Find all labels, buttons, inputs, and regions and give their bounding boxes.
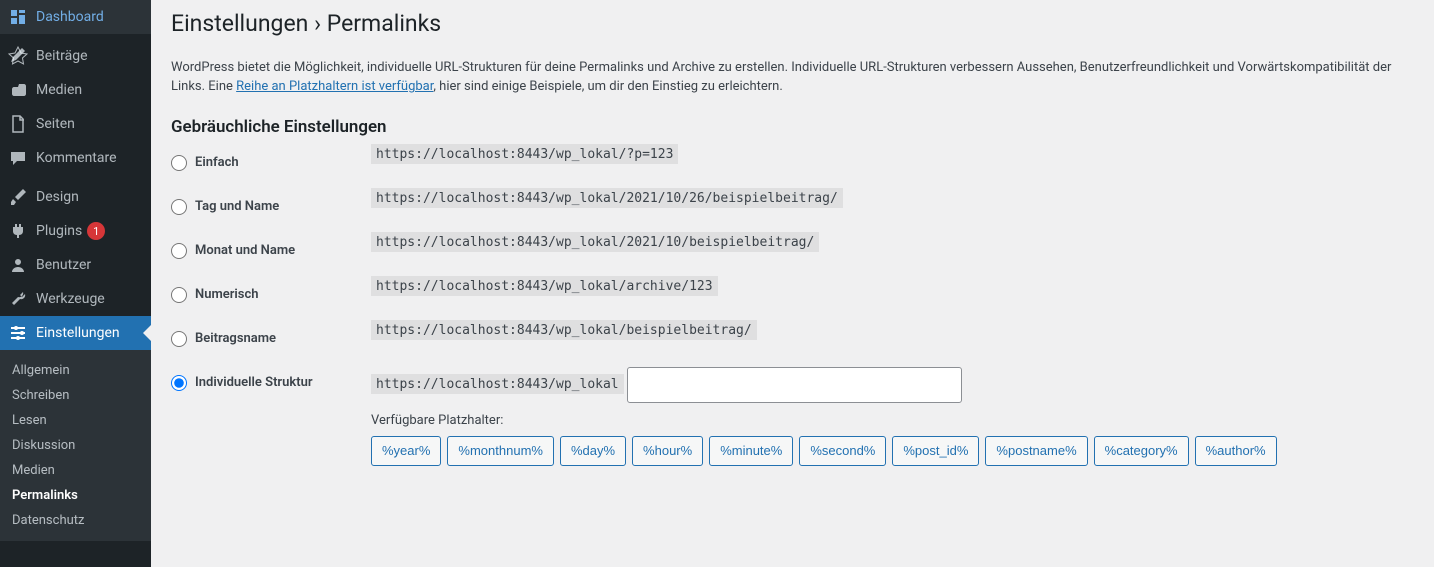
comment-icon	[8, 148, 28, 168]
submenu-item-privacy[interactable]: Datenschutz	[0, 508, 151, 533]
example-day-name: https://localhost:8443/wp_lokal/2021/10/…	[371, 188, 843, 208]
sidebar-item-comments[interactable]: Kommentare	[0, 141, 151, 175]
sidebar-item-posts[interactable]: Beiträge	[0, 39, 151, 73]
sidebar-item-dashboard[interactable]: Dashboard	[0, 0, 151, 34]
plug-icon	[8, 221, 28, 241]
tag-year-button[interactable]: %year%	[371, 436, 441, 466]
tag-hour-button[interactable]: %hour%	[632, 436, 703, 466]
sliders-icon	[8, 323, 28, 343]
sidebar-item-media[interactable]: Medien	[0, 73, 151, 107]
page-title: Einstellungen › Permalinks	[171, 0, 1414, 43]
submenu-item-writing[interactable]: Schreiben	[0, 383, 151, 408]
example-custom-prefix: https://localhost:8443/wp_lokal	[371, 374, 624, 394]
submenu-item-permalinks[interactable]: Permalinks	[0, 483, 151, 508]
settings-submenu: Allgemein Schreiben Lesen Diskussion Med…	[0, 350, 151, 541]
dashboard-icon	[8, 7, 28, 27]
radio-custom[interactable]	[171, 375, 187, 391]
sidebar-item-label: Design	[36, 189, 79, 205]
sidebar-item-settings[interactable]: Einstellungen	[0, 316, 151, 350]
sidebar-item-design[interactable]: Design	[0, 180, 151, 214]
sidebar-item-pages[interactable]: Seiten	[0, 107, 151, 141]
tag-second-button[interactable]: %second%	[799, 436, 886, 466]
radio-postname[interactable]	[171, 331, 187, 347]
radio-numeric[interactable]	[171, 287, 187, 303]
page-title-part2: Permalinks	[327, 10, 441, 37]
brush-icon	[8, 187, 28, 207]
radio-day-name[interactable]	[171, 199, 187, 215]
wrench-icon	[8, 289, 28, 309]
tag-author-button[interactable]: %author%	[1195, 436, 1277, 466]
label-postname: Beitragsname	[195, 331, 276, 346]
active-arrow-icon	[143, 325, 151, 341]
option-plain: Einfach https://localhost:8443/wp_lokal/…	[171, 147, 1414, 171]
page-icon	[8, 114, 28, 134]
label-month-name: Monat und Name	[195, 243, 295, 258]
tag-postid-button[interactable]: %post_id%	[892, 436, 979, 466]
page-title-part1: Einstellungen	[171, 10, 308, 37]
tag-category-button[interactable]: %category%	[1094, 436, 1189, 466]
label-plain: Einfach	[195, 155, 239, 170]
sidebar-item-tools[interactable]: Werkzeuge	[0, 282, 151, 316]
sidebar-item-label: Dashboard	[36, 9, 104, 25]
example-plain: https://localhost:8443/wp_lokal/?p=123	[371, 144, 678, 164]
custom-structure-input[interactable]	[627, 367, 962, 403]
submenu-item-media[interactable]: Medien	[0, 458, 151, 483]
option-numeric: Numerisch https://localhost:8443/wp_loka…	[171, 279, 1414, 303]
page-title-divider: ›	[314, 10, 321, 37]
pin-icon	[8, 46, 28, 66]
intro-paragraph: WordPress bietet die Möglichkeit, indivi…	[171, 58, 1411, 97]
submenu-item-discussion[interactable]: Diskussion	[0, 433, 151, 458]
media-icon	[8, 80, 28, 100]
user-icon	[8, 255, 28, 275]
section-heading-common: Gebräuchliche Einstellungen	[171, 117, 1414, 137]
example-postname: https://localhost:8443/wp_lokal/beispiel…	[371, 320, 757, 340]
sidebar-item-label: Kommentare	[36, 150, 117, 166]
sidebar-item-users[interactable]: Benutzer	[0, 248, 151, 282]
submenu-item-general[interactable]: Allgemein	[0, 358, 151, 383]
option-postname: Beitragsname https://localhost:8443/wp_l…	[171, 323, 1414, 347]
sidebar-item-label: Werkzeuge	[36, 291, 105, 307]
admin-sidebar: Dashboard Beiträge Medien Seiten Komment…	[0, 0, 151, 567]
intro-text-2: , hier sind einige Beispiele, um dir den…	[433, 79, 782, 94]
label-day-name: Tag und Name	[195, 199, 279, 214]
sidebar-item-label: Medien	[36, 82, 82, 98]
tag-monthnum-button[interactable]: %monthnum%	[447, 436, 554, 466]
tag-minute-button[interactable]: %minute%	[709, 436, 793, 466]
tag-buttons-row: %year% %monthnum% %day% %hour% %minute% …	[371, 436, 1414, 466]
help-link-placeholders[interactable]: Reihe an Platzhaltern ist verfügbar	[236, 79, 433, 94]
sidebar-item-label: Plugins	[36, 223, 82, 239]
option-day-name: Tag und Name https://localhost:8443/wp_l…	[171, 191, 1414, 215]
available-tags-label: Verfügbare Platzhalter:	[371, 413, 1414, 428]
example-numeric: https://localhost:8443/wp_lokal/archive/…	[371, 276, 718, 296]
example-month-name: https://localhost:8443/wp_lokal/2021/10/…	[371, 232, 819, 252]
tag-day-button[interactable]: %day%	[560, 436, 626, 466]
plugins-update-badge: 1	[87, 222, 105, 240]
label-custom: Individuelle Struktur	[195, 375, 313, 390]
sidebar-item-label: Einstellungen	[36, 325, 120, 341]
label-numeric: Numerisch	[195, 287, 259, 302]
main-content: Einstellungen › Permalinks WordPress bie…	[151, 0, 1434, 567]
radio-month-name[interactable]	[171, 243, 187, 259]
sidebar-item-plugins[interactable]: Plugins 1	[0, 214, 151, 248]
sidebar-item-label: Beiträge	[36, 48, 88, 64]
sidebar-item-label: Benutzer	[36, 257, 91, 273]
permalink-form: Einfach https://localhost:8443/wp_lokal/…	[171, 147, 1414, 466]
option-custom: Individuelle Struktur https://localhost:…	[171, 367, 1414, 466]
option-month-name: Monat und Name https://localhost:8443/wp…	[171, 235, 1414, 259]
radio-plain[interactable]	[171, 155, 187, 171]
submenu-item-reading[interactable]: Lesen	[0, 408, 151, 433]
sidebar-item-label: Seiten	[36, 116, 75, 132]
tag-postname-button[interactable]: %postname%	[985, 436, 1087, 466]
